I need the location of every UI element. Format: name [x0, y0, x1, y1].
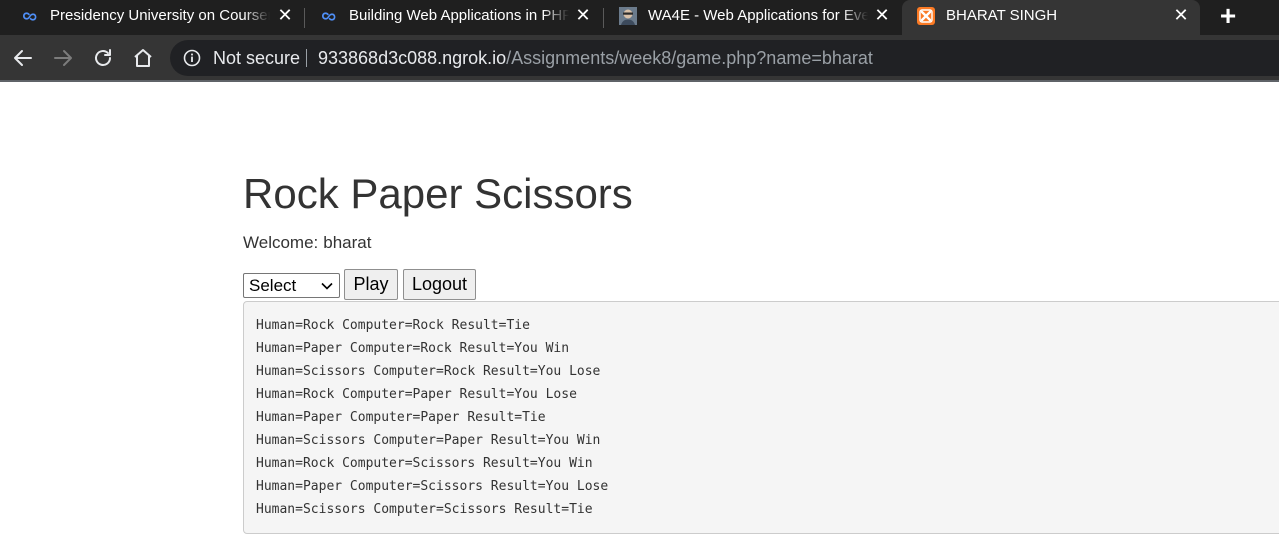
url-path: /Assignments/week8/game.php?name=bharat: [506, 48, 873, 68]
tab-bharat-singh[interactable]: BHARAT SINGH ✕: [902, 0, 1200, 35]
human-choice-select[interactable]: Select: [243, 273, 340, 298]
security-label[interactable]: Not secure: [213, 48, 300, 68]
tab-close-icon[interactable]: ✕: [1172, 6, 1190, 24]
forward-arrow-icon[interactable]: [51, 46, 75, 70]
plus-icon: +: [1219, 0, 1237, 31]
logout-button[interactable]: Logout: [403, 269, 476, 300]
result-line: Human=Scissors Computer=Paper Result=You…: [256, 433, 601, 448]
tab-presidency-coursera[interactable]: Presidency University on Coursera ✕: [0, 0, 304, 35]
address-bar[interactable]: Not secure 933868d3c088.ngrok.io/Assignm…: [170, 40, 1279, 76]
result-line: Human=Rock Computer=Paper Result=You Los…: [256, 387, 577, 402]
result-line: Human=Scissors Computer=Rock Result=You …: [256, 364, 601, 379]
select-value: Select: [249, 276, 297, 295]
tab-title: Presidency University on Coursera: [50, 5, 270, 27]
page-content: Rock Paper Scissors Welcome: bharat Selec…: [243, 82, 1279, 553]
results-box: Human=Rock Computer=Rock Result=Tie Huma…: [243, 301, 1279, 534]
result-line: Human=Rock Computer=Scissors Result=You …: [256, 456, 593, 471]
tab-wa4e[interactable]: WA4E - Web Applications for Everybody ✕: [604, 0, 902, 35]
tab-strip: Presidency University on Coursera ✕ Buil…: [0, 0, 1279, 35]
tab-close-icon[interactable]: ✕: [276, 6, 294, 24]
new-tab-button[interactable]: +: [1212, 2, 1244, 30]
tab-title: BHARAT SINGH: [946, 7, 1058, 24]
browser-toolbar: Not secure 933868d3c088.ngrok.io/Assignm…: [0, 35, 1279, 81]
welcome-label: Welcome:: [243, 233, 319, 252]
home-icon[interactable]: [131, 46, 155, 70]
user-name: bharat: [323, 233, 372, 252]
back-arrow-icon[interactable]: [11, 46, 35, 70]
page-title: Rock Paper Scissors: [243, 170, 633, 217]
tab-title: WA4E - Web Applications for Everybody: [648, 5, 868, 27]
result-line: Human=Paper Computer=Paper Result=Tie: [256, 410, 546, 425]
tab-close-icon[interactable]: ✕: [873, 6, 891, 24]
xampp-icon: [917, 7, 935, 25]
result-line: Human=Scissors Computer=Scissors Result=…: [256, 502, 593, 517]
tab-title: Building Web Applications in PHP: [349, 5, 569, 27]
coursera-icon: [23, 12, 37, 21]
chevron-down-icon: [321, 282, 333, 290]
info-icon[interactable]: [183, 49, 201, 67]
tab-close-icon[interactable]: ✕: [574, 6, 592, 24]
play-button[interactable]: Play: [344, 269, 398, 300]
result-line: Human=Paper Computer=Scissors Result=You…: [256, 479, 609, 494]
url-host: 933868d3c088.ngrok.io: [318, 48, 507, 68]
wa4e-avatar-icon: [619, 7, 637, 25]
coursera-icon: [322, 12, 336, 21]
result-line: Human=Rock Computer=Rock Result=Tie: [256, 318, 530, 333]
result-line: Human=Paper Computer=Rock Result=You Win: [256, 341, 570, 356]
reload-icon[interactable]: [91, 46, 115, 70]
welcome-message: Welcome: bharat: [243, 233, 371, 253]
tab-building-web-apps[interactable]: Building Web Applications in PHP ✕: [305, 0, 602, 35]
omnibox-divider: [306, 49, 307, 67]
url-text[interactable]: 933868d3c088.ngrok.io/Assignments/week8/…: [318, 48, 873, 68]
